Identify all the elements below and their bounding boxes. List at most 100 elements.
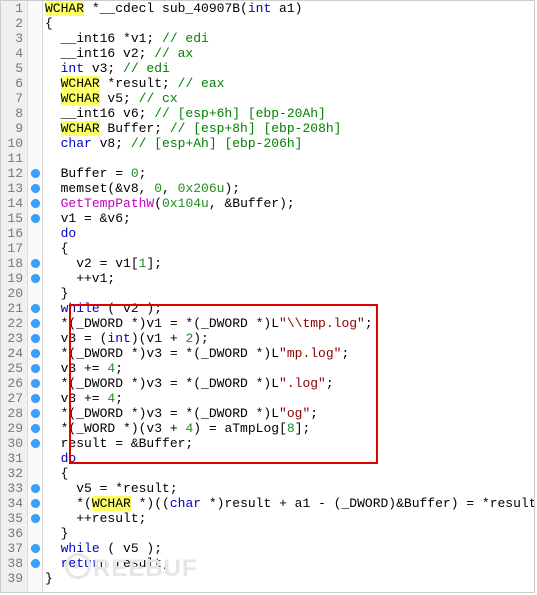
code-line[interactable]: v1 = &v6; xyxy=(45,211,535,226)
code-line[interactable]: do xyxy=(45,451,535,466)
code-line[interactable]: ++result; xyxy=(45,511,535,526)
token-str: ".log" xyxy=(279,376,326,391)
breakpoint-slot[interactable] xyxy=(28,511,42,526)
code-line[interactable]: { xyxy=(45,16,535,31)
breakpoint-slot[interactable] xyxy=(28,181,42,196)
code-line[interactable]: *(_DWORD *)v3 = *(_DWORD *)L"mp.log"; xyxy=(45,346,535,361)
code-line[interactable]: v3 += 4; xyxy=(45,361,535,376)
code-line[interactable]: return result; xyxy=(45,556,535,571)
breakpoint-slot[interactable] xyxy=(28,166,42,181)
breakpoint-slot[interactable] xyxy=(28,151,42,166)
code-line[interactable]: while ( v2 ); xyxy=(45,301,535,316)
code-line[interactable]: do xyxy=(45,226,535,241)
code-line[interactable]: Buffer = 0; xyxy=(45,166,535,181)
token-str: "\\tmp.log" xyxy=(279,316,365,331)
breakpoint-slot[interactable] xyxy=(28,226,42,241)
code-area[interactable]: REEBUF WCHAR *__cdecl sub_40907B(int a1)… xyxy=(43,1,535,592)
breakpoint-slot[interactable] xyxy=(28,106,42,121)
breakpoint-slot[interactable] xyxy=(28,526,42,541)
breakpoint-slot[interactable] xyxy=(28,346,42,361)
breakpoint-slot[interactable] xyxy=(28,421,42,436)
breakpoint-slot[interactable] xyxy=(28,76,42,91)
code-line[interactable]: WCHAR *__cdecl sub_40907B(int a1) xyxy=(45,1,535,16)
breakpoint-slot[interactable] xyxy=(28,436,42,451)
token-ident: ; xyxy=(115,361,123,376)
breakpoint-dot-icon xyxy=(31,499,40,508)
breakpoint-slot[interactable] xyxy=(28,451,42,466)
breakpoint-slot[interactable] xyxy=(28,406,42,421)
code-line[interactable]: { xyxy=(45,466,535,481)
code-line[interactable]: v3 = (int)(v1 + 2); xyxy=(45,331,535,346)
token-ident xyxy=(45,451,61,466)
breakpoint-slot[interactable] xyxy=(28,241,42,256)
code-line[interactable]: { xyxy=(45,241,535,256)
breakpoint-slot[interactable] xyxy=(28,256,42,271)
line-number: 23 xyxy=(1,331,27,346)
breakpoint-slot[interactable] xyxy=(28,121,42,136)
code-line[interactable]: *(_WORD *)(v3 + 4) = aTmpLog[8]; xyxy=(45,421,535,436)
code-line[interactable]: v3 += 4; xyxy=(45,391,535,406)
breakpoint-slot[interactable] xyxy=(28,286,42,301)
code-line[interactable]: WCHAR v5; // cx xyxy=(45,91,535,106)
breakpoint-slot[interactable] xyxy=(28,496,42,511)
code-line[interactable] xyxy=(45,151,535,166)
code-line[interactable]: *(_DWORD *)v3 = *(_DWORD *)L"og"; xyxy=(45,406,535,421)
code-line[interactable]: GetTempPathW(0x104u, &Buffer); xyxy=(45,196,535,211)
breakpoint-slot[interactable] xyxy=(28,376,42,391)
breakpoint-slot[interactable] xyxy=(28,466,42,481)
breakpoint-slot[interactable] xyxy=(28,136,42,151)
code-line[interactable]: } xyxy=(45,526,535,541)
code-line[interactable]: WCHAR *result; // eax xyxy=(45,76,535,91)
breakpoint-slot[interactable] xyxy=(28,1,42,16)
breakpoint-column[interactable] xyxy=(28,1,43,592)
code-line[interactable]: *(_DWORD *)v1 = *(_DWORD *)L"\\tmp.log"; xyxy=(45,316,535,331)
breakpoint-slot[interactable] xyxy=(28,556,42,571)
breakpoint-slot[interactable] xyxy=(28,61,42,76)
code-line[interactable]: v2 = v1[1]; xyxy=(45,256,535,271)
breakpoint-slot[interactable] xyxy=(28,211,42,226)
breakpoint-slot[interactable] xyxy=(28,31,42,46)
code-line[interactable]: while ( v5 ); xyxy=(45,541,535,556)
breakpoint-slot[interactable] xyxy=(28,301,42,316)
breakpoint-slot[interactable] xyxy=(28,331,42,346)
breakpoint-slot[interactable] xyxy=(28,91,42,106)
code-line[interactable]: } xyxy=(45,286,535,301)
line-number: 36 xyxy=(1,526,27,541)
token-kw: char xyxy=(61,136,92,151)
line-number: 1 xyxy=(1,1,27,16)
breakpoint-slot[interactable] xyxy=(28,571,42,586)
code-line[interactable]: *(_DWORD *)v3 = *(_DWORD *)L".log"; xyxy=(45,376,535,391)
breakpoint-slot[interactable] xyxy=(28,46,42,61)
breakpoint-slot[interactable] xyxy=(28,391,42,406)
token-comment: // ax xyxy=(154,46,193,61)
breakpoint-slot[interactable] xyxy=(28,16,42,31)
line-number: 25 xyxy=(1,361,27,376)
token-ident: { xyxy=(45,241,68,256)
token-ident: *( xyxy=(45,496,92,511)
breakpoint-slot[interactable] xyxy=(28,361,42,376)
code-line[interactable]: } xyxy=(45,571,535,586)
token-ident: v1 = &v6; xyxy=(45,211,131,226)
breakpoint-slot[interactable] xyxy=(28,196,42,211)
breakpoint-dot-icon xyxy=(31,484,40,493)
code-line[interactable]: memset(&v8, 0, 0x206u); xyxy=(45,181,535,196)
token-ident: *result; xyxy=(100,76,178,91)
breakpoint-dot-icon xyxy=(31,319,40,328)
code-line[interactable]: v5 = *result; xyxy=(45,481,535,496)
breakpoint-slot[interactable] xyxy=(28,316,42,331)
line-number: 2 xyxy=(1,16,27,31)
code-line[interactable]: int v3; // edi xyxy=(45,61,535,76)
code-line[interactable]: __int16 v6; // [esp+6h] [ebp-20Ah] xyxy=(45,106,535,121)
breakpoint-slot[interactable] xyxy=(28,271,42,286)
code-line[interactable]: WCHAR Buffer; // [esp+8h] [ebp-208h] xyxy=(45,121,535,136)
code-line[interactable]: ++v1; xyxy=(45,271,535,286)
breakpoint-slot[interactable] xyxy=(28,541,42,556)
code-line[interactable]: __int16 *v1; // edi xyxy=(45,31,535,46)
code-line[interactable]: char v8; // [esp+Ah] [ebp-206h] xyxy=(45,136,535,151)
code-line[interactable]: result = &Buffer; xyxy=(45,436,535,451)
token-ident: v3 += xyxy=(45,391,107,406)
line-number: 27 xyxy=(1,391,27,406)
code-line[interactable]: __int16 v2; // ax xyxy=(45,46,535,61)
breakpoint-slot[interactable] xyxy=(28,481,42,496)
code-line[interactable]: *(WCHAR *)((char *)result + a1 - (_DWORD… xyxy=(45,496,535,511)
